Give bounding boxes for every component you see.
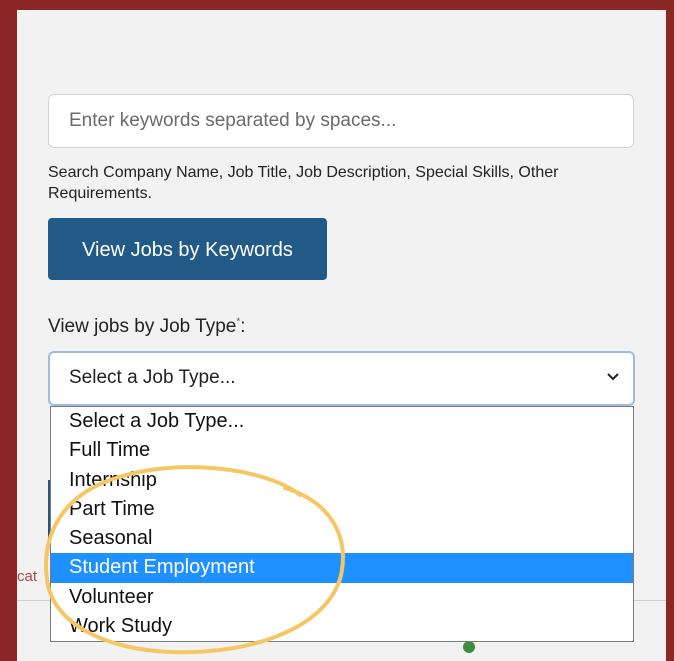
view-jobs-by-keywords-button[interactable]: View Jobs by Keywords xyxy=(48,218,327,280)
keyword-search-input[interactable] xyxy=(48,94,634,148)
status-dot-icon xyxy=(463,641,475,653)
job-type-select-value: Select a Job Type... xyxy=(69,367,236,388)
chevron-down-icon xyxy=(607,373,619,381)
job-type-label-text: View jobs by Job Type xyxy=(48,316,237,337)
job-type-option[interactable]: Volunteer xyxy=(51,583,633,612)
job-type-select[interactable]: Select a Job Type... xyxy=(48,351,635,406)
job-type-option[interactable]: Part Time xyxy=(51,495,633,524)
job-type-option[interactable]: Student Employment xyxy=(51,553,633,583)
job-type-label-colon: : xyxy=(240,316,246,337)
job-type-option[interactable]: Seasonal xyxy=(51,524,633,553)
job-type-dropdown-list: Select a Job Type... Full Time Internship P… xyxy=(50,406,634,642)
job-type-option[interactable]: Select a Job Type... xyxy=(51,407,633,436)
job-type-option[interactable]: Full Time xyxy=(51,436,633,465)
background-partial-text: cat xyxy=(17,568,38,585)
job-type-label: View jobs by Job Type*: xyxy=(48,316,246,338)
job-type-option[interactable]: Internship xyxy=(51,466,633,495)
job-type-option[interactable]: Work Study xyxy=(51,612,633,641)
search-help-text: Search Company Name, Job Title, Job Desc… xyxy=(48,164,559,202)
